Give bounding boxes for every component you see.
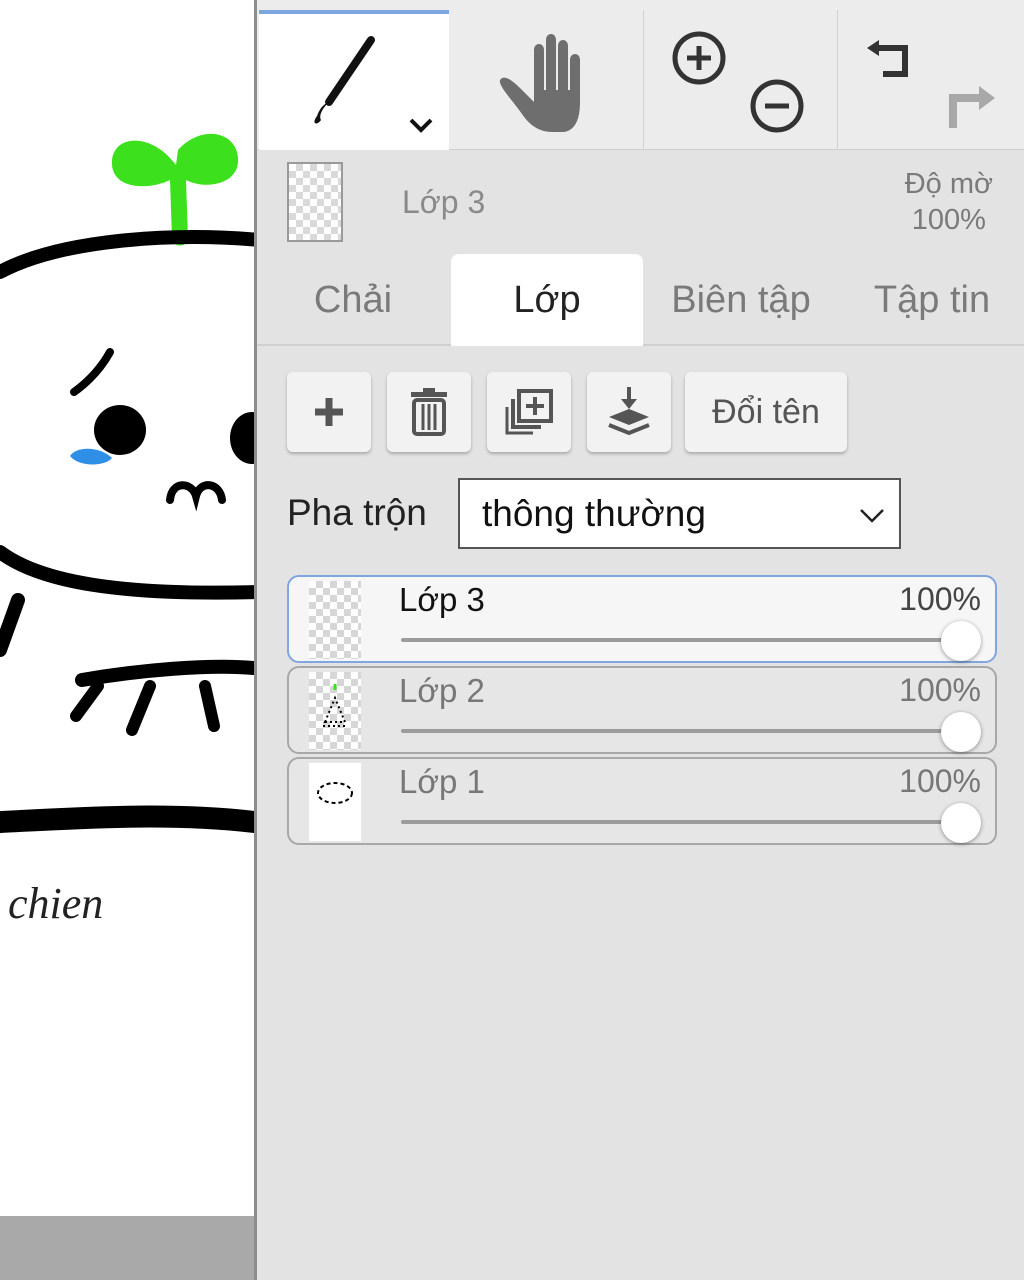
layer-thumbnail — [309, 763, 361, 841]
layer-thumbnail — [309, 581, 361, 659]
layer-panel: Lớp 3 Độ mờ 100% Chải Lớp Biên tập Tập t… — [254, 0, 1024, 1280]
redo-button[interactable] — [939, 76, 999, 136]
hand-tool-button[interactable] — [452, 10, 642, 150]
layer-opacity-slider[interactable] — [401, 820, 961, 824]
zoom-out-button[interactable] — [747, 76, 807, 136]
toolbar-divider — [837, 10, 838, 150]
canvas-artwork: chien — [0, 133, 254, 928]
layer-opacity-slider[interactable] — [401, 729, 961, 733]
layer-name: Lớp 1 — [399, 763, 485, 800]
zoom-out-icon — [750, 79, 804, 133]
drawing-app: chien Lớp 3 Độ mờ 100% Chải Lớp Biên tập… — [0, 0, 1024, 1280]
blend-mode-select[interactable]: thông thường — [458, 478, 901, 549]
canvas-scroll-area — [0, 1216, 254, 1280]
current-layer-info: Lớp 3 Độ mờ 100% — [257, 150, 1024, 254]
toolbar-divider — [643, 10, 644, 150]
layer-row-1[interactable]: Lớp 1 100% — [287, 757, 997, 845]
opacity-label: Độ mờ — [904, 168, 993, 200]
rename-layer-button[interactable]: Đổi tên — [685, 372, 847, 452]
blend-mode-label: Pha trộn — [287, 492, 427, 533]
current-layer-opacity: Độ mờ 100% — [905, 166, 993, 238]
panel-tabs: Chải Lớp Biên tập Tập tin — [257, 254, 1024, 346]
trash-icon — [411, 388, 447, 436]
add-layer-button[interactable] — [287, 372, 371, 452]
layer-row-3[interactable]: Lớp 3 100% — [287, 575, 997, 663]
undo-button[interactable] — [861, 28, 921, 88]
layer-opacity: 100% — [899, 581, 981, 617]
tab-brush[interactable]: Chải — [257, 254, 449, 346]
layer-thumbnail-art — [317, 782, 353, 804]
brush-tool-button[interactable] — [259, 10, 449, 150]
signature-text: chien — [8, 879, 103, 928]
layer-opacity: 100% — [899, 763, 981, 799]
brush-icon — [314, 36, 433, 133]
merge-down-button[interactable] — [587, 372, 671, 452]
layer-opacity-slider[interactable] — [401, 638, 961, 642]
delete-layer-button[interactable] — [387, 372, 471, 452]
layer-row-2[interactable]: Lớp 2 100% — [287, 666, 997, 754]
chevron-down-icon — [860, 509, 884, 523]
redo-icon — [949, 86, 995, 128]
slider-thumb[interactable] — [941, 803, 981, 843]
zoom-in-button[interactable] — [669, 28, 729, 88]
blend-mode-value: thông thường — [482, 492, 706, 534]
undo-icon — [867, 40, 908, 77]
layer-thumbnail-art — [323, 684, 347, 727]
plus-icon — [315, 398, 343, 426]
tab-edit[interactable]: Biên tập — [645, 254, 837, 346]
slider-thumb[interactable] — [941, 712, 981, 752]
current-layer-name: Lớp 3 — [402, 184, 486, 220]
slider-thumb[interactable] — [941, 621, 981, 661]
duplicate-layer-button[interactable] — [487, 372, 571, 452]
drawing-canvas[interactable]: chien — [0, 0, 254, 1280]
layer-name: Lớp 3 — [399, 581, 485, 618]
blend-mode-row: Pha trộn thông thường — [257, 478, 1024, 550]
opacity-value: 100% — [911, 204, 986, 236]
duplicate-icon — [505, 389, 553, 435]
layer-thumbnail — [309, 672, 361, 750]
tool-toolbar — [257, 0, 1024, 150]
tab-layer[interactable]: Lớp — [451, 254, 643, 346]
layer-name: Lớp 2 — [399, 672, 485, 709]
tab-file[interactable]: Tập tin — [837, 254, 1024, 346]
merge-down-icon — [608, 387, 650, 436]
hand-icon — [499, 34, 580, 132]
current-layer-thumbnail — [287, 162, 343, 242]
zoom-in-icon — [672, 31, 726, 85]
layer-actions: Đổi tên — [257, 372, 1024, 454]
layer-opacity: 100% — [899, 672, 981, 708]
